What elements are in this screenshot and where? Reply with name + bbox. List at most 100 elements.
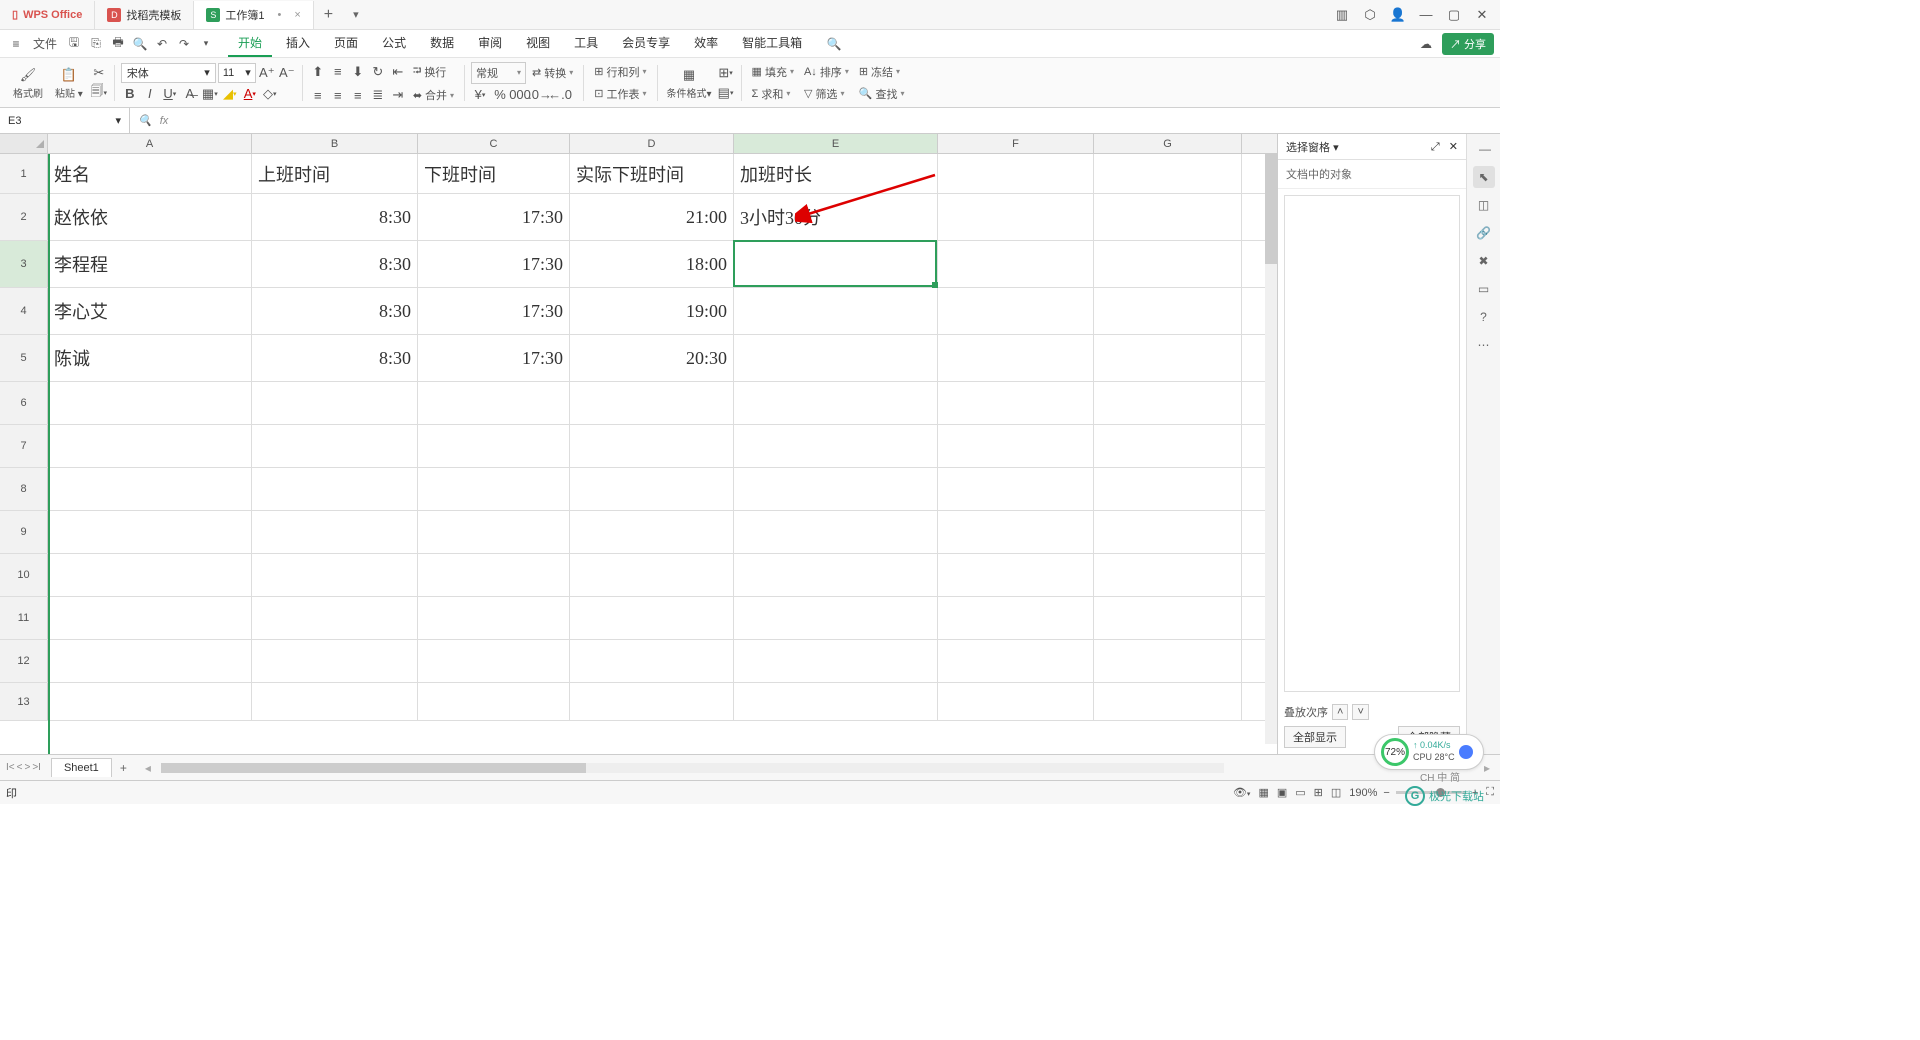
zoom-fx-icon[interactable]: 🔍 [138, 114, 152, 127]
move-down-button[interactable]: ˅ [1352, 704, 1368, 720]
cell[interactable] [938, 288, 1094, 334]
cube-icon[interactable]: ⬡ [1358, 3, 1382, 27]
decrease-font-icon[interactable]: A⁻ [278, 64, 296, 82]
col-header[interactable]: G [1094, 134, 1242, 153]
cell[interactable] [570, 554, 734, 596]
cell[interactable] [48, 554, 252, 596]
cell[interactable] [418, 683, 570, 720]
user-icon[interactable]: 👤 [1386, 3, 1410, 27]
cell[interactable]: 8:30 [252, 194, 418, 240]
cell[interactable] [938, 425, 1094, 467]
h-scrollbar[interactable]: ◂ ▸ [135, 761, 1500, 775]
cell[interactable] [1094, 640, 1242, 682]
performance-widget[interactable]: 72% ↑ 0.04K/s CPU 28°C [1374, 734, 1484, 770]
italic-icon[interactable]: I [141, 85, 159, 103]
cell[interactable] [1094, 335, 1242, 381]
cell[interactable]: 20:30 [570, 335, 734, 381]
cell[interactable]: 加班时长 [734, 154, 938, 193]
cell[interactable] [252, 683, 418, 720]
page-icon[interactable]: ▭ [1295, 786, 1305, 799]
wrap-button[interactable]: ⮒ 换行 [409, 60, 451, 83]
add-sheet-button[interactable]: + [112, 761, 135, 775]
row-header[interactable]: 13 [0, 683, 48, 720]
reader-icon[interactable]: ◫ [1331, 786, 1341, 799]
menu-tab[interactable]: 工具 [564, 30, 608, 57]
prev-sheet-icon[interactable]: < [17, 762, 23, 773]
tab-close-icon[interactable]: • [277, 9, 281, 21]
cell[interactable] [938, 335, 1094, 381]
cell[interactable] [734, 241, 938, 287]
cell[interactable] [734, 640, 938, 682]
col-header[interactable]: B [252, 134, 418, 153]
name-box[interactable]: E3 ▾ [0, 108, 130, 133]
align-middle-icon[interactable]: ≡ [329, 63, 347, 81]
text-color-icon[interactable]: A▾ [241, 85, 259, 103]
file-menu[interactable]: 文件 [28, 32, 62, 55]
spreadsheet-grid[interactable]: ABCDEFG1姓名上班时间下班时间实际下班时间加班时长2赵依依8:3017:3… [0, 134, 1277, 754]
menu-tab[interactable]: 会员专享 [612, 30, 680, 57]
col-header[interactable]: A [48, 134, 252, 153]
cell[interactable] [570, 683, 734, 720]
fill-button[interactable]: ▦ 填充▾ [748, 62, 798, 82]
cell[interactable]: 下班时间 [418, 154, 570, 193]
cell[interactable] [418, 511, 570, 553]
cell[interactable] [418, 425, 570, 467]
cell[interactable] [734, 597, 938, 639]
cell[interactable] [734, 335, 938, 381]
cell[interactable]: 17:30 [418, 241, 570, 287]
dec-inc-icon[interactable]: .0→ [531, 86, 549, 104]
row-header[interactable]: 7 [0, 425, 48, 467]
cell[interactable] [48, 683, 252, 720]
cell[interactable] [734, 683, 938, 720]
select-all-corner[interactable] [0, 134, 48, 154]
zoom-out-icon[interactable]: − [1383, 787, 1389, 799]
row-header[interactable]: 1 [0, 154, 48, 193]
screen-icon[interactable]: ▭ [1473, 278, 1495, 300]
cell[interactable] [252, 425, 418, 467]
cloud-icon[interactable]: ☁ [1416, 34, 1436, 54]
underline-icon[interactable]: U▾ [161, 85, 179, 103]
cell[interactable] [1094, 597, 1242, 639]
col-header[interactable]: F [938, 134, 1094, 153]
row-header[interactable]: 8 [0, 468, 48, 510]
cell[interactable] [938, 468, 1094, 510]
number-format-select[interactable]: 常规▾ [471, 62, 526, 84]
cell[interactable]: 17:30 [418, 335, 570, 381]
cell[interactable] [252, 468, 418, 510]
cell[interactable]: 实际下班时间 [570, 154, 734, 193]
cell[interactable] [938, 554, 1094, 596]
minimize-icon[interactable]: — [1414, 3, 1438, 27]
row-header[interactable]: 11 [0, 597, 48, 639]
cell[interactable] [734, 425, 938, 467]
tab-workbook[interactable]: S 工作簿1 • × [194, 1, 313, 29]
cell[interactable] [734, 511, 938, 553]
pin-icon[interactable]: ⤢ [1431, 141, 1440, 153]
select-tool-icon[interactable]: ⬉ [1473, 166, 1495, 188]
convert-button[interactable]: ⇄ 转换▾ [528, 63, 577, 83]
menu-tab[interactable]: 页面 [324, 30, 368, 57]
fx-icon[interactable]: fx [160, 115, 169, 127]
cell[interactable] [570, 640, 734, 682]
row-header[interactable]: 10 [0, 554, 48, 596]
strike-icon[interactable]: A̶ [181, 85, 199, 103]
cell[interactable] [1094, 554, 1242, 596]
cell[interactable] [938, 511, 1094, 553]
cell[interactable]: 8:30 [252, 335, 418, 381]
orientation-icon[interactable]: ↻ [369, 63, 387, 81]
chevron-down-icon[interactable]: ▾ [115, 114, 121, 127]
sort-button[interactable]: A↓ 排序▾ [800, 62, 853, 82]
first-sheet-icon[interactable]: I< [6, 762, 15, 773]
cell[interactable]: 17:30 [418, 194, 570, 240]
fullscreen-icon[interactable]: ⛶ [1486, 786, 1494, 799]
help-icon[interactable]: ? [1473, 306, 1495, 328]
cell[interactable] [734, 382, 938, 424]
focus-icon[interactable]: ▣ [1277, 786, 1287, 799]
menu-tab[interactable]: 公式 [372, 30, 416, 57]
show-all-button[interactable]: 全部显示 [1284, 726, 1346, 748]
cell[interactable] [48, 425, 252, 467]
filter-button[interactable]: ▽ 筛选▾ [800, 84, 853, 104]
cell[interactable] [48, 640, 252, 682]
col-header[interactable]: D [570, 134, 734, 153]
cell[interactable] [1094, 511, 1242, 553]
cell[interactable] [938, 597, 1094, 639]
